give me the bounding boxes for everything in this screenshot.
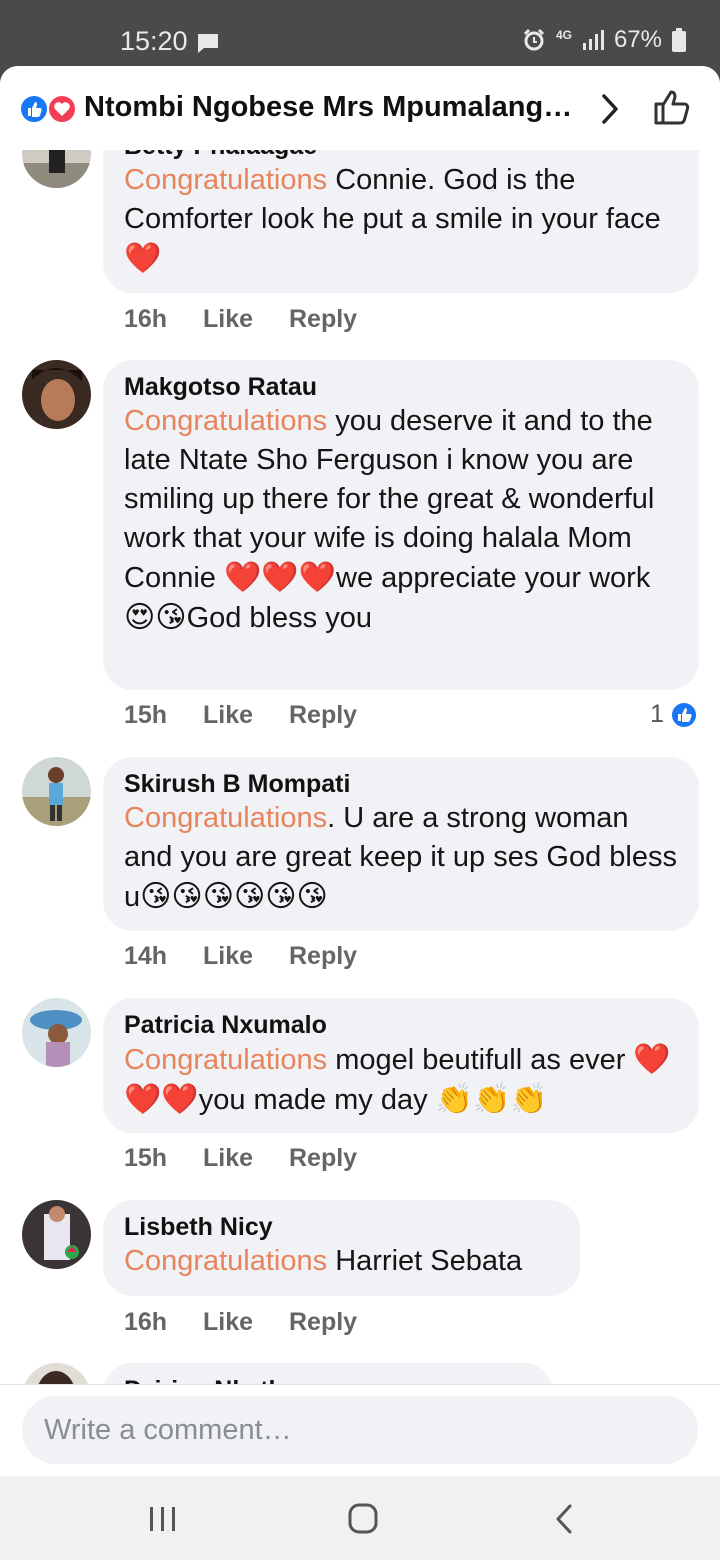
- comment-bubble[interactable]: Betty Phalaagae Congratulations Connie. …: [103, 150, 699, 293]
- comment-bubble[interactable]: Skirush B Mompati Congratulations. U are…: [103, 757, 699, 931]
- avatar[interactable]: [22, 998, 91, 1067]
- hashtag-link[interactable]: Congratulations: [124, 164, 327, 196]
- comment-bubble[interactable]: Patricia Nxumalo Congratulations mogel b…: [103, 998, 699, 1133]
- reaction-count[interactable]: 1: [650, 700, 698, 729]
- reply-link[interactable]: Reply: [289, 701, 357, 730]
- comment-actions: 16h Like Reply: [124, 305, 357, 334]
- comment-author[interactable]: Patricia Nxumalo: [124, 1010, 678, 1040]
- alarm-icon: [523, 28, 544, 51]
- comment-actions: 16h Like Reply: [124, 1308, 357, 1337]
- comment-text: Congratulations Connie. God is the Comfo…: [124, 164, 661, 275]
- recents-icon[interactable]: [143, 1502, 183, 1536]
- comment-list[interactable]: Betty Phalaagae Congratulations Connie. …: [0, 150, 720, 1384]
- comment-author[interactable]: Lisbeth Nicy: [124, 1212, 559, 1242]
- back-icon[interactable]: [545, 1502, 585, 1536]
- comment-text: Congratulations. U are a strong woman an…: [124, 802, 677, 913]
- thumbs-up-icon[interactable]: [652, 88, 692, 126]
- comment-bubble[interactable]: Lisbeth Nicy Congratulations Harriet Seb…: [103, 1200, 580, 1296]
- like-link[interactable]: Like: [203, 1308, 289, 1337]
- comment-time: 14h: [124, 942, 168, 970]
- like-link[interactable]: Like: [203, 701, 289, 730]
- battery-icon: [672, 28, 686, 52]
- status-time: 15:20: [120, 26, 188, 56]
- comments-sheet: Ntombi Ngobese Mrs Mpumalang… Betty Phal…: [0, 66, 720, 1476]
- status-bar: 15:20 4G 67%: [0, 0, 720, 70]
- comment-composer: [0, 1384, 720, 1476]
- comment-text: Congratulations Harriet Sebata: [124, 1245, 523, 1277]
- comment-text: Congratulations mogel beutifull as ever …: [124, 1043, 671, 1116]
- like-link[interactable]: Like: [203, 305, 289, 334]
- reply-link[interactable]: Reply: [289, 942, 357, 971]
- avatar[interactable]: [22, 1200, 91, 1269]
- avatar[interactable]: [22, 150, 91, 188]
- comment-input[interactable]: [22, 1396, 698, 1464]
- system-nav-bar: [0, 1476, 720, 1560]
- header: Ntombi Ngobese Mrs Mpumalang…: [0, 66, 720, 150]
- like-link[interactable]: Like: [203, 1144, 289, 1173]
- comment-author[interactable]: Dziriso Nkatha: [124, 1375, 532, 1384]
- comment-time: 15h: [124, 1144, 168, 1172]
- hashtag-link[interactable]: Congratulations: [124, 1044, 327, 1076]
- hashtag-link[interactable]: Congratulations: [124, 802, 327, 834]
- kiss-emoji: 😘😘😘😘😘😘: [140, 880, 328, 913]
- reactions-summary[interactable]: [18, 94, 78, 124]
- avatar[interactable]: [22, 1363, 91, 1384]
- message-icon: [198, 34, 218, 53]
- home-icon[interactable]: [343, 1502, 383, 1536]
- comment-author[interactable]: Makgotso Ratau: [124, 372, 678, 402]
- face-emoji: 😍😘: [124, 601, 187, 634]
- avatar[interactable]: [22, 757, 91, 826]
- battery-percent: 67%: [613, 26, 662, 53]
- reply-link[interactable]: Reply: [289, 1144, 357, 1173]
- comment-actions: 15h Like Reply: [124, 701, 357, 730]
- like-count: 1: [650, 700, 664, 728]
- network-type: 4G: [555, 28, 572, 42]
- heart-emoji: ❤️: [124, 242, 162, 275]
- hashtag-link[interactable]: Congratulations: [124, 405, 327, 437]
- post-title[interactable]: Ntombi Ngobese Mrs Mpumalang…: [84, 91, 578, 124]
- clap-emoji: 👏👏👏: [435, 1083, 548, 1116]
- avatar[interactable]: [22, 360, 91, 429]
- comment-time: 15h: [124, 701, 168, 729]
- chevron-right-icon[interactable]: [596, 92, 624, 126]
- signal-icon: [582, 30, 604, 50]
- comment-author[interactable]: Skirush B Mompati: [124, 769, 678, 799]
- comment-text: Congratulations you deserve it and to th…: [124, 405, 655, 634]
- reply-link[interactable]: Reply: [289, 1308, 357, 1337]
- like-reaction-icon: [19, 94, 49, 124]
- comment-time: 16h: [124, 305, 168, 333]
- love-reaction-icon: [47, 94, 77, 124]
- comment-author[interactable]: Betty Phalaagae: [124, 150, 678, 161]
- comment-bubble[interactable]: Dziriso Nkatha: [103, 1363, 553, 1384]
- heart-emoji: ❤️❤️❤️: [223, 561, 337, 594]
- comment-actions: 15h Like Reply: [124, 1144, 357, 1173]
- hashtag-link[interactable]: Congratulations: [124, 1245, 327, 1277]
- status-right: 4G 67%: [522, 26, 686, 54]
- reply-link[interactable]: Reply: [289, 305, 357, 334]
- like-reaction-icon: [670, 700, 698, 729]
- comment-time: 16h: [124, 1308, 168, 1336]
- comment-bubble[interactable]: Makgotso Ratau Congratulations you deser…: [103, 360, 699, 690]
- comment-actions: 14h Like Reply: [124, 942, 357, 971]
- like-link[interactable]: Like: [203, 942, 289, 971]
